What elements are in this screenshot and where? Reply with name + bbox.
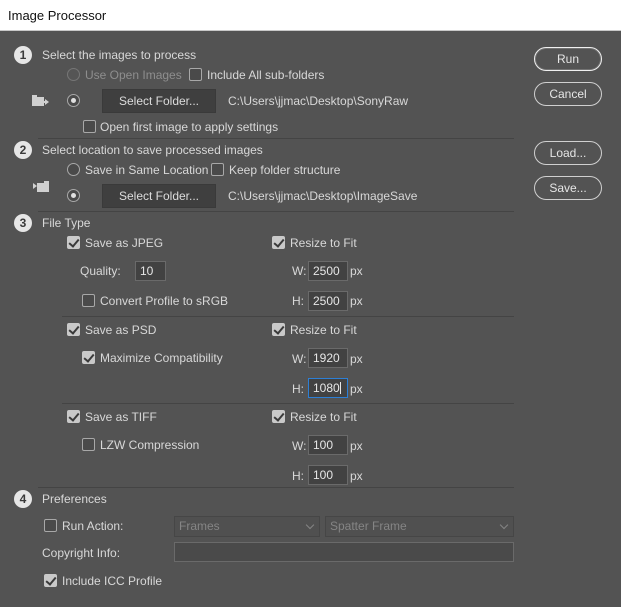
tiff-width-unit: px: [350, 439, 363, 453]
action-set-value: Frames: [179, 519, 220, 533]
jpeg-quality-input[interactable]: 10: [135, 261, 166, 281]
chevron-down-icon: [305, 520, 315, 530]
psd-width-input[interactable]: 1920: [308, 348, 348, 368]
dest-folder-path: C:\Users\jjmac\Desktop\ImageSave: [228, 189, 418, 203]
save-same-location-radio[interactable]: [67, 163, 80, 176]
action-set-select[interactable]: Frames: [174, 516, 320, 537]
psd-width-label: W:: [292, 352, 307, 366]
keep-folder-structure-checkbox[interactable]: [211, 163, 224, 176]
psd-resize-checkbox[interactable]: [272, 323, 285, 336]
divider: [62, 316, 514, 317]
section3-title: File Type: [42, 216, 91, 230]
action-name-value: Spatter Frame: [330, 519, 407, 533]
step-3-badge: 3: [14, 214, 32, 232]
divider: [38, 487, 514, 488]
save-as-jpeg-label: Save as JPEG: [85, 236, 164, 250]
jpeg-width-label: W:: [292, 264, 307, 278]
dialog-panel: Run Cancel Load... Save... 1 Select the …: [0, 31, 621, 607]
psd-width-unit: px: [350, 352, 363, 366]
source-folder-path: C:\Users\jjmac\Desktop\SonyRaw: [228, 94, 409, 108]
save-as-psd-checkbox[interactable]: [67, 323, 80, 336]
step-1-badge: 1: [14, 46, 32, 64]
section2-title: Select location to save processed images: [42, 143, 263, 157]
tiff-height-unit: px: [350, 469, 363, 483]
include-subfolders-checkbox[interactable]: [189, 68, 202, 81]
divider: [62, 403, 514, 404]
open-first-image-label: Open first image to apply settings: [100, 120, 279, 134]
step-2-badge: 2: [14, 141, 32, 159]
lzw-compression-checkbox[interactable]: [82, 438, 95, 451]
title-bar: Image Processor: [0, 0, 621, 31]
chevron-down-icon: [499, 520, 509, 530]
window-title: Image Processor: [8, 8, 107, 23]
save-settings-button[interactable]: Save...: [534, 176, 602, 200]
section1-title: Select the images to process: [42, 48, 197, 62]
save-same-location-label: Save in Same Location: [85, 163, 209, 177]
save-as-jpeg-checkbox[interactable]: [67, 236, 80, 249]
step-4-badge: 4: [14, 490, 32, 508]
divider: [38, 211, 514, 212]
image-to-folder-icon: [33, 181, 49, 192]
text-caret: [339, 382, 341, 394]
save-as-tiff-label: Save as TIFF: [85, 410, 157, 424]
keep-folder-structure-label: Keep folder structure: [229, 163, 341, 177]
psd-height-unit: px: [350, 382, 363, 396]
copyright-label: Copyright Info:: [42, 546, 121, 560]
use-open-images-radio[interactable]: [67, 68, 80, 81]
select-dest-folder-radio[interactable]: [67, 189, 80, 202]
folder-to-image-icon: [32, 95, 49, 106]
tiff-resize-label: Resize to Fit: [290, 410, 357, 424]
tiff-resize-checkbox[interactable]: [272, 410, 285, 423]
select-dest-folder-button[interactable]: Select Folder...: [102, 184, 216, 208]
load-button[interactable]: Load...: [534, 141, 602, 165]
use-open-images-label: Use Open Images: [85, 68, 182, 82]
jpeg-height-input[interactable]: 2500: [308, 291, 348, 311]
select-source-folder-button[interactable]: Select Folder...: [102, 89, 216, 113]
select-source-folder-radio[interactable]: [67, 94, 80, 107]
include-subfolders-label: Include All sub-folders: [207, 68, 325, 82]
include-icc-label: Include ICC Profile: [62, 574, 163, 588]
jpeg-height-label: H:: [292, 294, 304, 308]
psd-height-value: 1080: [313, 381, 340, 395]
psd-height-input[interactable]: 1080: [308, 378, 348, 398]
convert-profile-label: Convert Profile to sRGB: [100, 294, 229, 308]
jpeg-width-input[interactable]: 2500: [308, 261, 348, 281]
jpeg-height-unit: px: [350, 294, 363, 308]
maximize-compatibility-checkbox[interactable]: [82, 351, 95, 364]
divider: [38, 138, 514, 139]
convert-profile-checkbox[interactable]: [82, 294, 95, 307]
jpeg-width-unit: px: [350, 264, 363, 278]
tiff-width-input[interactable]: 100: [308, 435, 348, 455]
action-name-select[interactable]: Spatter Frame: [325, 516, 514, 537]
tiff-height-label: H:: [292, 469, 304, 483]
jpeg-resize-checkbox[interactable]: [272, 236, 285, 249]
tiff-width-label: W:: [292, 439, 307, 453]
psd-height-label: H:: [292, 382, 304, 396]
cancel-button[interactable]: Cancel: [534, 82, 602, 106]
lzw-compression-label: LZW Compression: [100, 438, 200, 452]
run-action-checkbox[interactable]: [44, 519, 57, 532]
psd-resize-label: Resize to Fit: [290, 323, 357, 337]
tiff-height-input[interactable]: 100: [308, 465, 348, 485]
jpeg-quality-label: Quality:: [80, 264, 121, 278]
include-icc-checkbox[interactable]: [44, 574, 57, 587]
run-button[interactable]: Run: [534, 47, 602, 71]
open-first-image-checkbox[interactable]: [83, 120, 96, 133]
section4-title: Preferences: [42, 492, 107, 506]
maximize-compatibility-label: Maximize Compatibility: [100, 351, 223, 365]
jpeg-resize-label: Resize to Fit: [290, 236, 357, 250]
save-as-tiff-checkbox[interactable]: [67, 410, 80, 423]
save-as-psd-label: Save as PSD: [85, 323, 157, 337]
copyright-input[interactable]: [174, 542, 514, 562]
run-action-label: Run Action:: [62, 519, 124, 533]
